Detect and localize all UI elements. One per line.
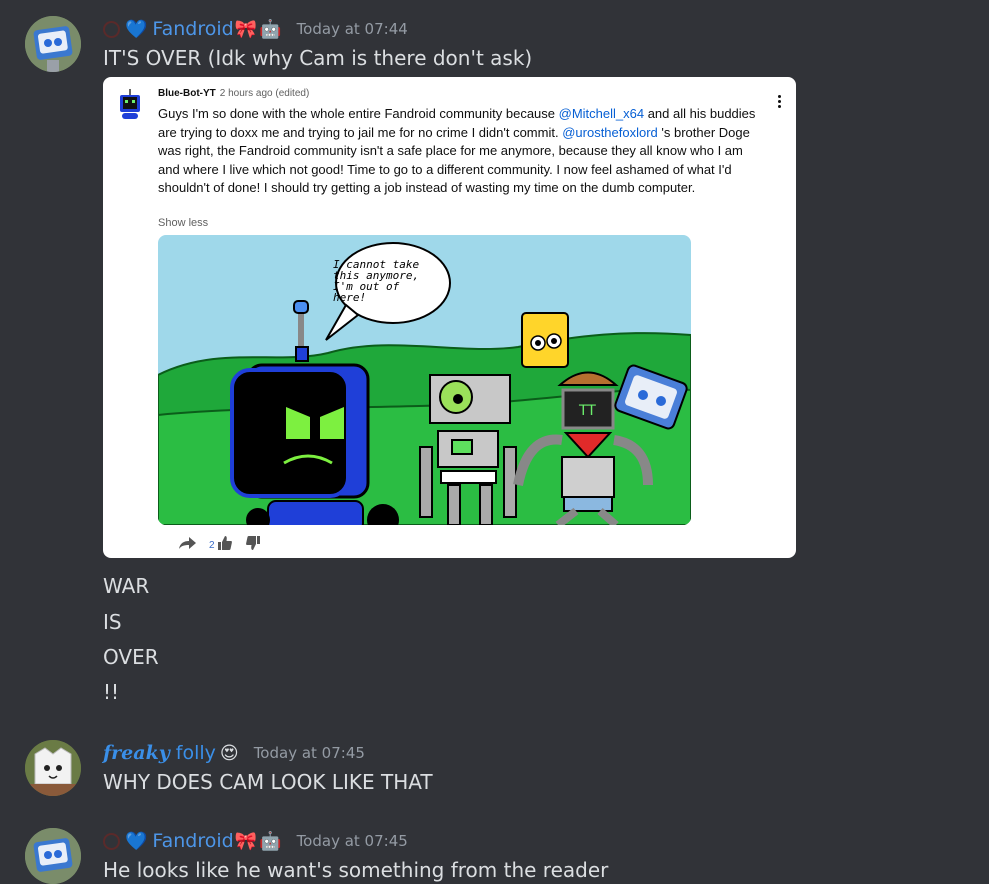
- message-header: 💙 Fandroid 🎀 🤖 Today at 07:44: [103, 16, 408, 42]
- comic-image: I cannot take this anymore, I'm out of h…: [158, 235, 691, 525]
- share-icon[interactable]: [179, 536, 197, 555]
- more-options-icon[interactable]: [778, 95, 782, 110]
- message-header: 💙 Fandroid 🎀 🤖 Today at 07:45: [103, 828, 408, 854]
- embed-text: Guys I'm so done with the whole entire F…: [158, 105, 758, 198]
- ribbon-icon: 🎀: [234, 18, 258, 40]
- robot-icon: 🤖: [259, 18, 282, 40]
- followup-text: WAR: [103, 574, 150, 598]
- ribbon-icon: 🎀: [234, 830, 258, 852]
- message-text: WHY DOES CAM LOOK LIKE THAT: [103, 770, 433, 794]
- mention-link[interactable]: @Mitchell_x64: [559, 106, 644, 121]
- timestamp: Today at 07:45: [253, 744, 365, 762]
- like-count: 2: [209, 539, 215, 551]
- embed-card[interactable]: Blue-Bot-YT 2 hours ago (edited) Guys I'm…: [103, 77, 796, 558]
- heart-eyes-icon: 😍: [219, 742, 239, 764]
- username-suffix[interactable]: folly: [176, 742, 216, 764]
- status-icon: [103, 20, 120, 38]
- username[interactable]: freaky: [103, 742, 170, 764]
- timestamp: Today at 07:45: [296, 832, 408, 850]
- message-header: freaky folly 😍 Today at 07:45: [103, 740, 365, 766]
- username[interactable]: Fandroid: [152, 18, 233, 40]
- robot-icon: 🤖: [259, 830, 282, 852]
- author-name[interactable]: Blue-Bot-YT: [158, 88, 216, 99]
- svg-text:TT: TT: [578, 403, 596, 419]
- comment-actions: 2: [179, 535, 260, 555]
- post-meta: 2 hours ago (edited): [219, 88, 310, 99]
- thumbs-down-icon[interactable]: [245, 535, 260, 555]
- speech-line: here!: [333, 291, 366, 304]
- status-icon: [103, 832, 120, 850]
- followup-text: OVER: [103, 645, 159, 669]
- blue-bot-avatar-icon: [117, 89, 143, 121]
- followup-text: !!: [103, 680, 120, 704]
- mention-link[interactable]: @urosthefoxlord: [562, 125, 658, 140]
- avatar[interactable]: [25, 16, 81, 72]
- message-text: He looks like he want's something from t…: [103, 858, 609, 882]
- avatar[interactable]: [25, 740, 81, 796]
- followup-text: IS: [103, 610, 122, 634]
- show-less-link[interactable]: Show less: [158, 217, 208, 229]
- message-text: IT'S OVER (Idk why Cam is there don't as…: [103, 46, 533, 70]
- username[interactable]: Fandroid: [152, 830, 233, 852]
- timestamp: Today at 07:44: [296, 20, 408, 38]
- embed-author: Blue-Bot-YT 2 hours ago (edited): [158, 88, 309, 99]
- text-part: Guys I'm so done with the whole entire F…: [158, 106, 559, 121]
- thumbs-up-icon[interactable]: [217, 535, 232, 555]
- blue-heart-icon: 💙: [125, 830, 148, 852]
- blue-heart-icon: 💙: [125, 18, 148, 40]
